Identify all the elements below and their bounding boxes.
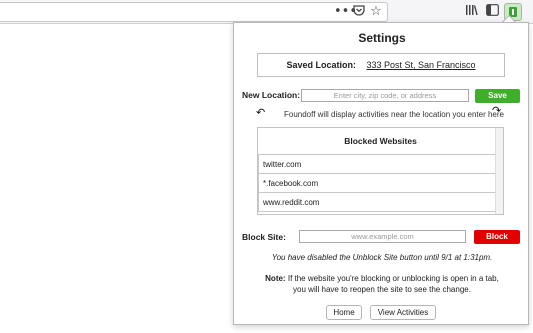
list-item[interactable]: *.facebook.com [258, 173, 496, 193]
note-text: Note: If the website you're blocking or … [234, 273, 530, 295]
left-curved-arrow-icon: ↶ [256, 106, 266, 119]
new-location-label: New Location: [242, 90, 301, 100]
list-item[interactable]: twitter.com [258, 154, 496, 174]
blocked-websites-header: Blocked Websites [344, 136, 417, 146]
save-button[interactable]: Save [475, 89, 520, 103]
new-location-input[interactable] [301, 89, 469, 102]
more-actions-icon[interactable]: ••• [334, 4, 357, 20]
sidebar-icon[interactable] [484, 4, 500, 20]
settings-popup: Settings Saved Location: 333 Post St, Sa… [233, 22, 529, 325]
saved-location-value[interactable]: 333 Post St, San Francisco [366, 60, 475, 70]
right-curved-arrow-icon: ↷ [492, 104, 502, 117]
note-line-1: If the website you're blocking or unbloc… [287, 274, 499, 283]
browser-toolbar: ••• ☆ [0, 0, 533, 24]
blocked-websites-panel: Blocked Websites twitter.com *.facebook.… [257, 127, 504, 215]
saved-location-box: Saved Location: 333 Post St, San Francis… [257, 53, 505, 77]
block-button[interactable]: Block [474, 230, 520, 244]
view-activities-button[interactable]: View Activities [370, 305, 436, 320]
block-site-label: Block Site: [242, 232, 286, 242]
blocked-websites-list: twitter.com *.facebook.com www.reddit.co… [258, 154, 496, 212]
blocked-list-scrollbar[interactable] [495, 128, 503, 214]
saved-location-label: Saved Location: [286, 60, 356, 70]
bookmark-star-icon[interactable]: ☆ [369, 4, 383, 20]
pocket-icon[interactable] [352, 4, 366, 20]
url-bar[interactable] [0, 2, 388, 22]
note-line-2: you will have to reopen the site to see … [293, 285, 471, 294]
block-site-input[interactable] [299, 230, 466, 243]
home-button[interactable]: Home [326, 305, 362, 320]
library-icon[interactable] [464, 4, 480, 20]
disabled-notice: You have disabled the Unblock Site butto… [271, 253, 493, 262]
list-item[interactable]: www.reddit.com [258, 192, 496, 212]
popup-title: Settings [358, 31, 406, 45]
note-label: Note: [265, 274, 286, 283]
location-hint: Foundoff will display activities near th… [284, 110, 504, 119]
